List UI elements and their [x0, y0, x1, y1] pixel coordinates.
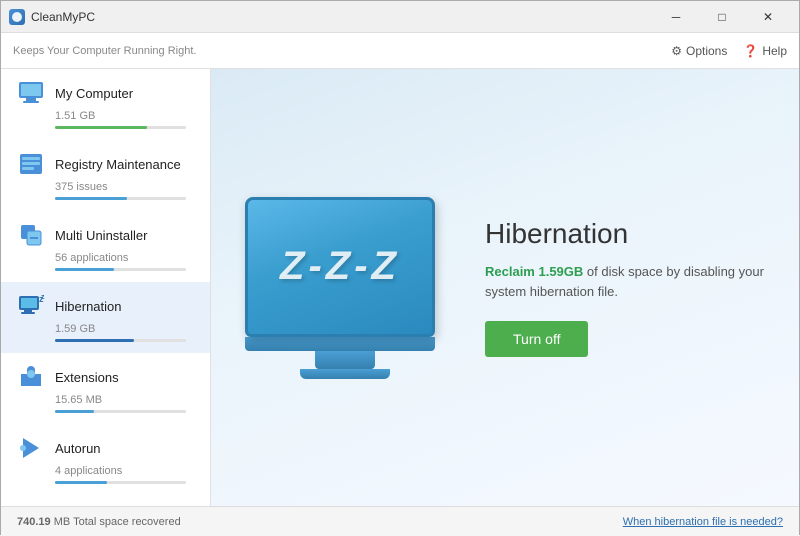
- sidebar-item-hibernation[interactable]: z z Hibernation 1.59 GB: [1, 282, 210, 353]
- sidebar-item-extensions[interactable]: Extensions 15.65 MB: [1, 353, 210, 424]
- feature-highlight: Reclaim 1.59GB: [485, 264, 583, 279]
- minimize-button[interactable]: ─: [653, 1, 699, 33]
- monitor-stand: [315, 351, 375, 369]
- extensions-label: Extensions: [55, 370, 119, 385]
- svg-text:z: z: [41, 294, 45, 301]
- sidebar-item-privacy[interactable]: Privacy: [1, 495, 210, 506]
- autorun-sub: 4 applications: [55, 465, 194, 477]
- feature-title: Hibernation: [485, 218, 765, 250]
- options-label: Options: [686, 44, 727, 58]
- autorun-progress-track: [55, 481, 186, 484]
- extensions-icon: [17, 363, 45, 391]
- gear-icon: ⚙: [671, 44, 682, 58]
- autorun-progress-fill: [55, 481, 107, 484]
- space-unit: MB Total space recovered: [54, 516, 181, 528]
- hibernation-icon: z z: [17, 292, 45, 320]
- monitor-body: Z-Z-Z: [245, 197, 435, 337]
- mycomputer-progress-fill: [55, 126, 147, 129]
- statusbar-right: When hibernation file is needed?: [623, 516, 783, 528]
- right-panel: Hibernation Reclaim 1.59GB of disk space…: [485, 218, 765, 357]
- sidebar-item-uninstaller[interactable]: Multi Uninstaller 56 applications: [1, 211, 210, 282]
- sidebar-item-mycomputer[interactable]: My Computer 1.51 GB: [1, 69, 210, 140]
- registry-progress-fill: [55, 197, 127, 200]
- monitor-base: [300, 369, 390, 379]
- registry-progress-track: [55, 197, 186, 200]
- sidebar: My Computer 1.51 GB Registry Maintenance…: [1, 69, 211, 506]
- toolbar-actions: ⚙ Options ❓ Help: [671, 44, 787, 58]
- help-label: Help: [762, 44, 787, 58]
- content-inner: Z-Z-Z Hibernation Reclaim 1.59GB of disk…: [225, 177, 785, 399]
- app-title: CleanMyPC: [31, 10, 653, 24]
- registry-label: Registry Maintenance: [55, 157, 181, 172]
- computer-icon: [17, 79, 45, 107]
- autorun-label: Autorun: [55, 441, 101, 456]
- uninstaller-progress-fill: [55, 268, 114, 271]
- app-icon: [9, 9, 25, 25]
- toolbar: Keeps Your Computer Running Right. ⚙ Opt…: [1, 33, 799, 69]
- tagline: Keeps Your Computer Running Right.: [13, 45, 671, 57]
- close-button[interactable]: ✕: [745, 1, 791, 33]
- help-icon: ❓: [743, 44, 758, 58]
- hibernation-progress-track: [55, 339, 186, 342]
- privacy-icon: [17, 505, 45, 506]
- hibernation-label: Hibernation: [55, 299, 122, 314]
- autorun-icon: [17, 434, 45, 462]
- hibernation-help-link[interactable]: When hibernation file is needed?: [623, 516, 783, 528]
- titlebar: CleanMyPC ─ □ ✕: [1, 1, 799, 33]
- hibernation-sub: 1.59 GB: [55, 323, 194, 335]
- sidebar-item-registry[interactable]: Registry Maintenance 375 issues: [1, 140, 210, 211]
- sidebar-item-autorun[interactable]: Autorun 4 applications: [1, 424, 210, 495]
- options-action[interactable]: ⚙ Options: [671, 44, 727, 58]
- registry-sub: 375 issues: [55, 181, 194, 193]
- uninstaller-sub: 56 applications: [55, 252, 194, 264]
- statusbar: 740.19 MB Total space recovered When hib…: [1, 506, 799, 536]
- hibernation-progress-fill: [55, 339, 134, 342]
- monitor-illustration: Z-Z-Z: [245, 197, 445, 379]
- extensions-progress-fill: [55, 410, 94, 413]
- extensions-progress-track: [55, 410, 186, 413]
- mycomputer-sub: 1.51 GB: [55, 110, 194, 122]
- turn-off-button[interactable]: Turn off: [485, 321, 588, 357]
- extensions-sub: 15.65 MB: [55, 394, 194, 406]
- zzz-text: Z-Z-Z: [280, 244, 400, 289]
- maximize-button[interactable]: □: [699, 1, 745, 33]
- mycomputer-label: My Computer: [55, 86, 133, 101]
- main-layout: My Computer 1.51 GB Registry Maintenance…: [1, 69, 799, 506]
- uninstaller-icon: [17, 221, 45, 249]
- uninstaller-label: Multi Uninstaller: [55, 228, 147, 243]
- feature-description: Reclaim 1.59GB of disk space by disablin…: [485, 262, 765, 301]
- registry-icon: [17, 150, 45, 178]
- monitor-bezel: [245, 337, 435, 351]
- content-area: Z-Z-Z Hibernation Reclaim 1.59GB of disk…: [211, 69, 799, 506]
- space-value: 740.19: [17, 516, 51, 528]
- space-recovered: 740.19 MB Total space recovered: [17, 516, 181, 528]
- mycomputer-progress-track: [55, 126, 186, 129]
- uninstaller-progress-track: [55, 268, 186, 271]
- help-action[interactable]: ❓ Help: [743, 44, 787, 58]
- window-controls: ─ □ ✕: [653, 1, 791, 33]
